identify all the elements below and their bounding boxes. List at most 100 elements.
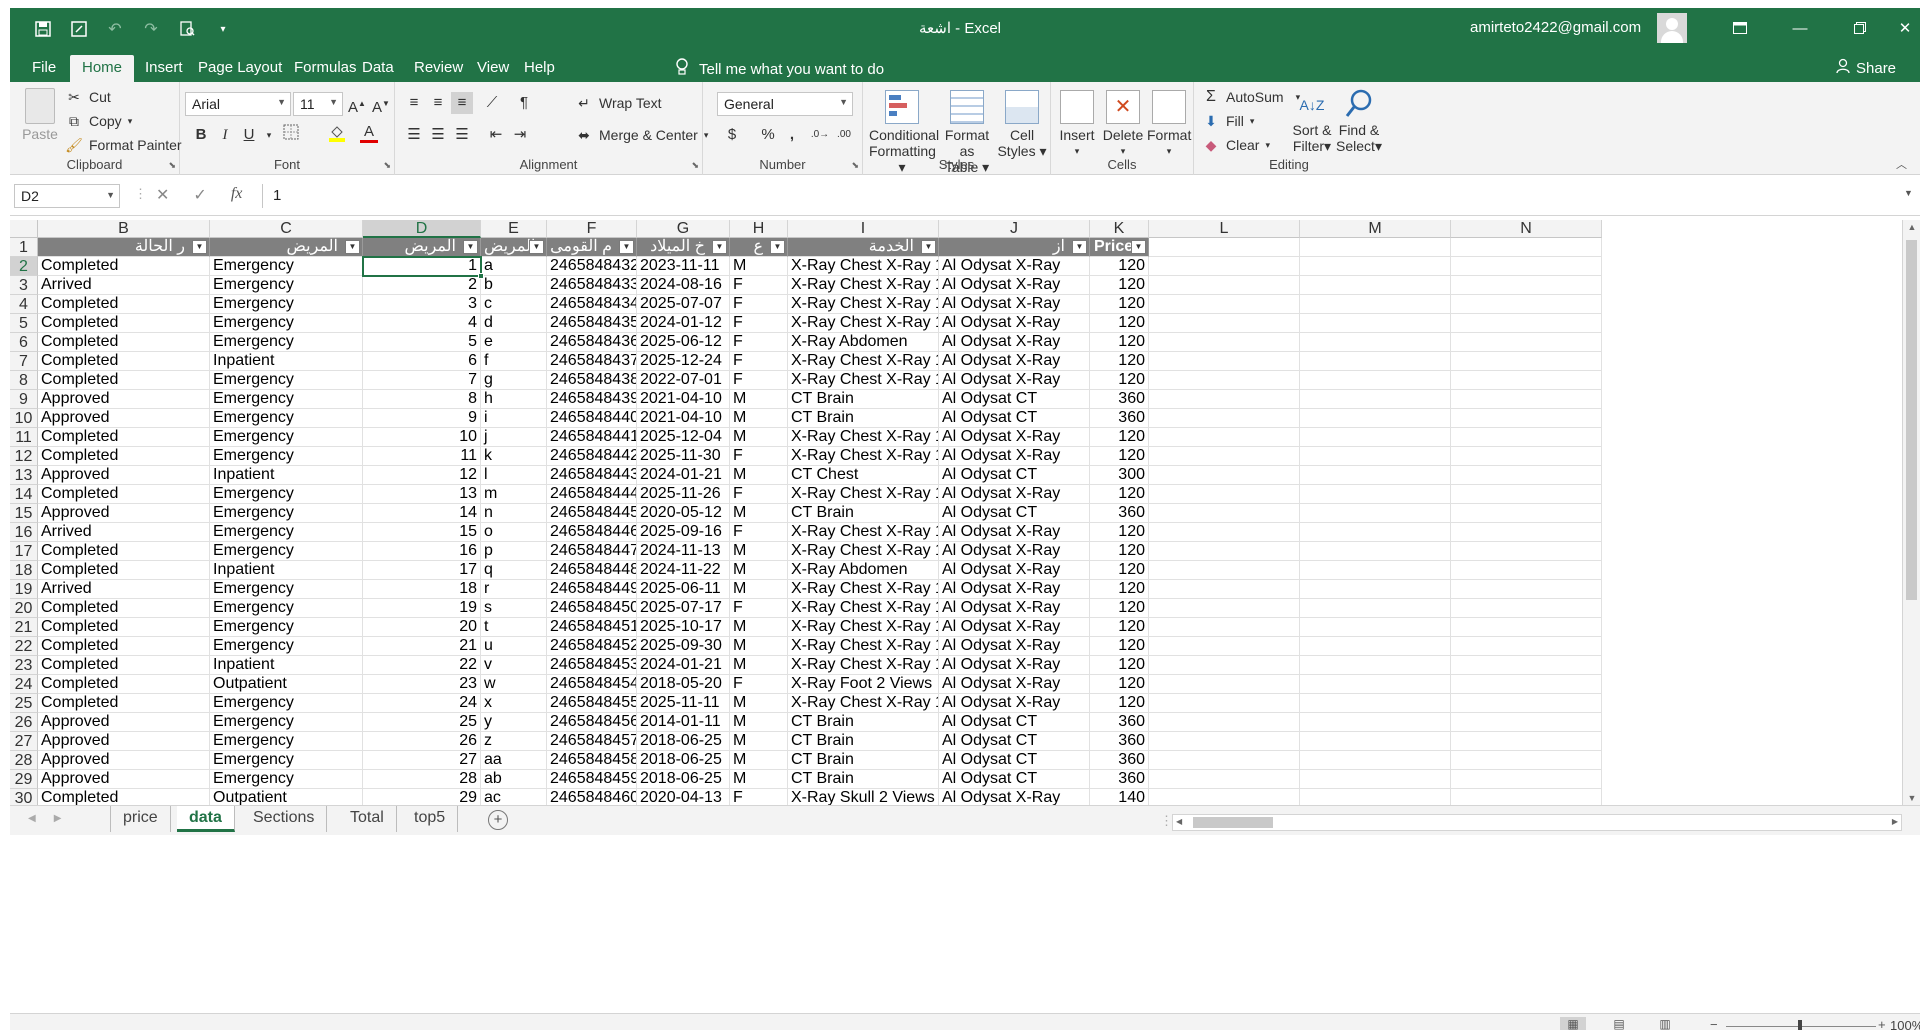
cell[interactable]: Emergency [210, 390, 363, 409]
cell[interactable]: 2465848453 [547, 656, 637, 675]
row-header[interactable]: 13 [10, 466, 38, 485]
insert-function-icon[interactable]: fx [231, 185, 243, 205]
shrink-font-icon[interactable]: A▼ [370, 93, 392, 116]
sheet-tab-top5[interactable]: top5 [402, 806, 459, 832]
filter-dropdown-icon[interactable]: ▼ [1131, 240, 1146, 254]
row-header[interactable]: 20 [10, 599, 38, 618]
cell[interactable]: Completed [38, 371, 210, 390]
currency-button[interactable]: $ [721, 124, 743, 146]
cell[interactable]: 2465848459 [547, 770, 637, 789]
insert-cells-button[interactable]: Insert ▾ [1055, 90, 1099, 159]
cell[interactable]: M [730, 637, 788, 656]
cell[interactable]: Completed [38, 333, 210, 352]
number-format-select[interactable]: General ▼ [717, 92, 853, 116]
align-middle-icon[interactable]: ≡ [427, 92, 449, 114]
cell[interactable]: 13 [363, 485, 481, 504]
cell[interactable]: 21 [363, 637, 481, 656]
cell[interactable]: Emergency [210, 599, 363, 618]
cell[interactable] [1451, 542, 1602, 561]
format-painter-button[interactable]: 🖌 Format Painter [65, 136, 181, 154]
cell[interactable]: Outpatient [210, 789, 363, 805]
cell[interactable]: M [730, 390, 788, 409]
cell[interactable]: 23 [363, 675, 481, 694]
cell[interactable]: 2 [363, 276, 481, 295]
cell[interactable]: 120 [1090, 561, 1149, 580]
scroll-left-icon[interactable]: ◀ [1176, 817, 1182, 826]
cell[interactable] [1451, 333, 1602, 352]
row-header[interactable]: 7 [10, 352, 38, 371]
cell[interactable]: 2014-01-11 [637, 713, 730, 732]
add-sheet-icon[interactable]: + [488, 810, 508, 830]
cell[interactable]: 2024-01-12 [637, 314, 730, 333]
tab-home[interactable]: Home [70, 55, 135, 82]
cell[interactable] [1149, 713, 1300, 732]
filter-dropdown-icon[interactable]: ▼ [1072, 240, 1087, 254]
close-icon[interactable]: ✕ [1875, 8, 1920, 48]
sheet-tab-total[interactable]: Total [338, 806, 397, 832]
font-family-select[interactable]: Arial ▼ [185, 92, 291, 116]
cell[interactable]: Completed [38, 314, 210, 333]
sheet-tab-price[interactable]: price [110, 806, 171, 832]
cell[interactable]: 360 [1090, 409, 1149, 428]
cell[interactable]: Emergency [210, 295, 363, 314]
cell[interactable]: 25 [363, 713, 481, 732]
dialog-launcher-icon[interactable]: ⬊ [383, 160, 391, 171]
cell[interactable]: Al Odysat X-Ray [939, 447, 1090, 466]
cell[interactable]: M [730, 656, 788, 675]
cell[interactable]: 2465848457 [547, 732, 637, 751]
cell[interactable] [1300, 751, 1451, 770]
cell[interactable]: Al Odysat CT [939, 770, 1090, 789]
cell[interactable]: 19 [363, 599, 481, 618]
enter-icon[interactable]: ✓ [193, 185, 206, 205]
column-header[interactable]: L [1149, 220, 1300, 238]
cell[interactable]: X-Ray Chest X-Ray 1 V [788, 637, 939, 656]
account-email[interactable]: amirteto2422@gmail.com [1470, 19, 1641, 36]
zoom-slider-thumb[interactable] [1798, 1020, 1802, 1030]
row-header[interactable]: 22 [10, 637, 38, 656]
row-header[interactable]: 5 [10, 314, 38, 333]
cell[interactable]: 2025-09-16 [637, 523, 730, 542]
cell[interactable]: 2465848445 [547, 504, 637, 523]
row-header[interactable]: 30 [10, 789, 38, 805]
cell[interactable]: 2021-04-10 [637, 390, 730, 409]
filter-dropdown-icon[interactable]: ▼ [463, 240, 478, 254]
cell[interactable]: Inpatient [210, 352, 363, 371]
cell[interactable]: M [730, 751, 788, 770]
cell[interactable]: Al Odysat X-Ray [939, 561, 1090, 580]
cell[interactable]: Completed [38, 428, 210, 447]
cell[interactable]: F [730, 276, 788, 295]
row-header[interactable]: 25 [10, 694, 38, 713]
cell[interactable]: 2021-04-10 [637, 409, 730, 428]
cell-styles-button[interactable]: Cell Styles ▾ [997, 90, 1047, 159]
cell[interactable]: Completed [38, 447, 210, 466]
cell[interactable]: X-Ray Chest X-Ray 1 V [788, 580, 939, 599]
cell[interactable]: M [730, 580, 788, 599]
cell[interactable]: Al Odysat X-Ray [939, 428, 1090, 447]
cell[interactable]: 360 [1090, 770, 1149, 789]
cell[interactable]: Inpatient [210, 561, 363, 580]
expand-formula-bar-icon[interactable]: ▼ [1904, 188, 1913, 198]
cell[interactable]: 2018-06-25 [637, 732, 730, 751]
cell[interactable]: Emergency [210, 694, 363, 713]
cell[interactable]: Al Odysat X-Ray [939, 675, 1090, 694]
decrease-decimal-icon[interactable]: .00 [833, 124, 855, 146]
cell[interactable]: M [730, 409, 788, 428]
cell[interactable]: Al Odysat CT [939, 409, 1090, 428]
zoom-level[interactable]: 100% [1890, 1018, 1920, 1030]
cell[interactable] [1149, 580, 1300, 599]
cell[interactable]: 6 [363, 352, 481, 371]
table-header-cell[interactable]: الخدمة [788, 238, 939, 257]
cell[interactable]: 120 [1090, 599, 1149, 618]
cell[interactable]: Emergency [210, 504, 363, 523]
cell[interactable]: Arrived [38, 276, 210, 295]
cell[interactable]: l [481, 466, 547, 485]
cell[interactable]: 2025-11-30 [637, 447, 730, 466]
cell[interactable]: 120 [1090, 618, 1149, 637]
cell[interactable]: n [481, 504, 547, 523]
cell[interactable]: Al Odysat X-Ray [939, 656, 1090, 675]
cell[interactable]: 2018-06-25 [637, 751, 730, 770]
cell[interactable]: 2025-07-07 [637, 295, 730, 314]
cell[interactable]: 120 [1090, 428, 1149, 447]
cell[interactable]: Al Odysat X-Ray [939, 789, 1090, 805]
cell[interactable]: Emergency [210, 371, 363, 390]
